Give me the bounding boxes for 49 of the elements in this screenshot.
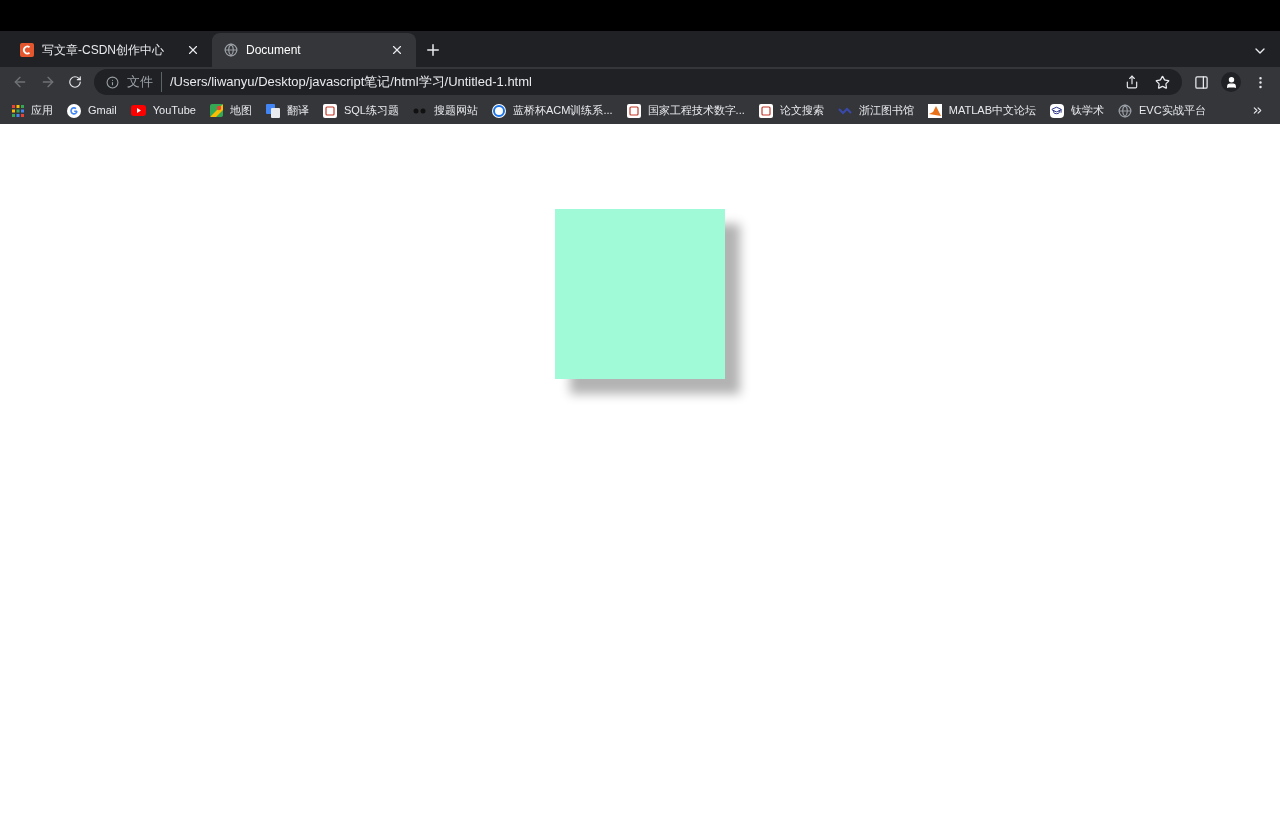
- url-text: /Users/liwanyu/Desktop/javascript笔记/html学习/Untitled-1.html: [170, 73, 533, 92]
- g-logo-icon: [67, 103, 81, 118]
- c-logo-icon: [20, 43, 34, 57]
- bookmark-item[interactable]: MATLAB中文论坛: [927, 102, 1036, 119]
- play-logo-icon: [130, 105, 146, 116]
- bookmark-item[interactable]: 国家工程技术数字...: [626, 102, 745, 119]
- site-icon: [758, 103, 773, 118]
- browser-tab[interactable]: 写文章-CSDN创作中心: [8, 33, 212, 67]
- bookmark-star-icon[interactable]: [1155, 74, 1170, 90]
- site-icon: [322, 103, 337, 118]
- reload-icon[interactable]: [68, 75, 82, 89]
- bookmark-item[interactable]: 论文搜索: [758, 102, 824, 119]
- globe-icon: [224, 43, 238, 57]
- profile-avatar[interactable]: [1221, 72, 1241, 92]
- close-icon[interactable]: [390, 43, 404, 57]
- close-icon[interactable]: [186, 43, 200, 57]
- globe-icon: [1118, 103, 1132, 118]
- browser-tab[interactable]: Document: [212, 33, 416, 67]
- address-bar[interactable]: 文件 /Users/liwanyu/Desktop/javascript笔记/html学习/Untitled-1.html: [94, 69, 1182, 95]
- bookmark-item[interactable]: 搜题网站: [413, 102, 478, 119]
- tab-title: 写文章-CSDN创作中心: [42, 42, 165, 59]
- info-icon[interactable]: [106, 75, 119, 89]
- bookmark-item[interactable]: 蓝桥杯ACM训练系...: [492, 102, 613, 119]
- graduation-cap-icon: [1050, 103, 1064, 118]
- forward-icon[interactable]: [40, 74, 56, 90]
- site-icon: [626, 103, 641, 118]
- more-bookmarks-icon[interactable]: [1251, 104, 1264, 117]
- scheme-label: 文件: [127, 72, 162, 92]
- new-tab-icon[interactable]: [424, 41, 442, 59]
- bookmark-item[interactable]: 应用: [12, 102, 53, 119]
- bookmark-item[interactable]: Gmail: [67, 102, 117, 119]
- bookmark-item[interactable]: SQL练习题: [322, 102, 399, 119]
- apps-grid-icon: [12, 104, 24, 117]
- back-icon[interactable]: [12, 74, 28, 90]
- dots-icon: [413, 106, 427, 115]
- side-panel-icon[interactable]: [1194, 74, 1209, 90]
- peak-logo-icon: [927, 103, 942, 118]
- bookmark-item[interactable]: YouTube: [130, 102, 196, 119]
- bookmark-item[interactable]: 地图: [209, 102, 252, 119]
- circle-logo-icon: [492, 103, 506, 118]
- bookmark-item[interactable]: 钛学术: [1050, 102, 1104, 119]
- bookmark-item[interactable]: 翻译: [265, 102, 309, 119]
- wave-icon: [837, 105, 852, 116]
- tab-title: Document: [246, 42, 302, 59]
- bookmark-item[interactable]: EVC实战平台: [1118, 102, 1206, 119]
- share-icon[interactable]: [1125, 75, 1139, 89]
- map-pin-icon: [209, 104, 223, 117]
- bookmark-item[interactable]: 浙江图书馆: [837, 102, 914, 119]
- translate-icon: [265, 103, 280, 118]
